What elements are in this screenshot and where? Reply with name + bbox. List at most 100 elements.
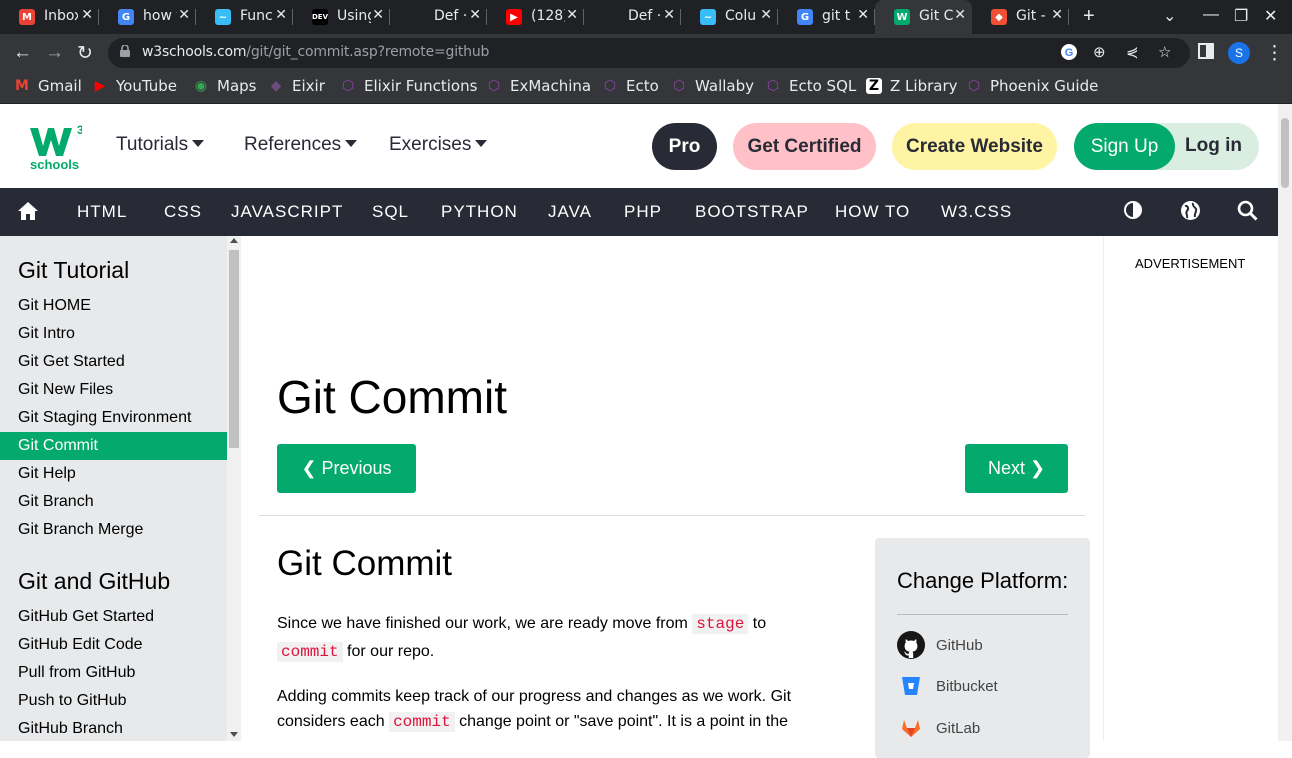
bookmark-item[interactable]: M Gmail [14, 77, 82, 95]
platform-option-github[interactable]: GitHub [897, 631, 983, 659]
bookmark-item[interactable]: Z Z Library [866, 77, 958, 95]
menu-kebab-icon[interactable]: ⋮ [1265, 42, 1284, 65]
references-menu[interactable]: References [244, 134, 358, 156]
topnav-php[interactable]: PHP [624, 202, 662, 222]
close-tab-icon[interactable]: ✕ [857, 7, 869, 23]
bookmark-item[interactable]: ◉ Maps [193, 77, 257, 95]
tab-search-icon[interactable]: ⌄ [1163, 6, 1176, 26]
log-in-button[interactable]: Log in [1185, 135, 1242, 157]
sidebar-item[interactable]: Git Branch Merge [0, 516, 227, 544]
bookmark-item[interactable]: ⬡ Elixir Functions [340, 77, 478, 95]
zoom-icon[interactable]: ⊕ [1093, 43, 1106, 61]
platform-option-bitbucket[interactable]: Bitbucket [897, 672, 998, 700]
tab-title: Func [240, 8, 273, 24]
home-icon[interactable] [17, 200, 39, 227]
browser-tab[interactable]: DEV Using✕ [293, 0, 390, 34]
platform-option-gitlab[interactable]: GitLab [897, 714, 980, 742]
close-tab-icon[interactable]: ✕ [372, 7, 384, 23]
forward-icon[interactable]: → [45, 42, 64, 64]
bookmark-item[interactable]: ⬡ Phoenix Guide [966, 77, 1098, 95]
bookmark-item[interactable]: ⬡ Ecto [602, 77, 659, 95]
create-website-button[interactable]: Create Website [892, 123, 1057, 170]
profile-avatar[interactable]: S [1228, 42, 1250, 64]
globe-icon[interactable] [1180, 200, 1201, 226]
sidebar-item[interactable]: Git Staging Environment [0, 404, 227, 432]
browser-tab[interactable]: ~ Func ✕ [196, 0, 293, 34]
close-tab-icon[interactable]: ✕ [566, 7, 578, 23]
next-button[interactable]: Next ❯ [965, 444, 1068, 493]
tutorials-menu[interactable]: Tutorials [116, 134, 205, 156]
sidebar-scrollbar[interactable] [227, 236, 241, 741]
back-icon[interactable]: ← [13, 42, 32, 64]
browser-tab[interactable]: ~ Colu ✕ [681, 0, 778, 34]
topnav-css[interactable]: CSS [164, 202, 202, 222]
svg-text:G: G [1065, 47, 1074, 59]
previous-button[interactable]: ❮ Previous [277, 444, 416, 493]
topnav-w3-css[interactable]: W3.CSS [941, 202, 1012, 222]
search-icon[interactable] [1237, 200, 1258, 226]
share-icon[interactable]: ⋞ [1126, 43, 1139, 61]
page-scrollbar[interactable] [1278, 104, 1292, 741]
sidebar-item[interactable]: GitHub Branch [0, 715, 227, 741]
close-tab-icon[interactable]: ✕ [178, 7, 190, 23]
browser-tab[interactable]: Def · ✕ [390, 0, 487, 34]
browser-tab[interactable]: Def · ✕ [584, 0, 681, 34]
topnav-javascript[interactable]: JAVASCRIPT [231, 202, 343, 222]
topnav-java[interactable]: JAVA [548, 202, 592, 222]
browser-tab[interactable]: M Inbox✕ [0, 0, 99, 34]
restore-icon[interactable]: ❐ [1234, 6, 1248, 26]
close-window-icon[interactable]: ✕ [1264, 6, 1277, 26]
sidebar-item[interactable]: Git Commit [0, 432, 227, 460]
side-panel-icon[interactable] [1198, 43, 1214, 65]
browser-tab[interactable]: Ggit t ✕ [778, 0, 875, 34]
minimize-icon[interactable]: — [1203, 6, 1219, 24]
sign-up-button[interactable]: Sign Up [1074, 123, 1175, 170]
sidebar-item[interactable]: Git Intro [0, 320, 227, 348]
sidebar-item[interactable]: Git Help [0, 460, 227, 488]
browser-tab[interactable]: W Git C ✕ [875, 0, 972, 34]
svg-text:schools: schools [30, 157, 79, 170]
new-tab-button[interactable]: + [1083, 5, 1095, 28]
page-scroll-thumb[interactable] [1281, 118, 1289, 188]
topnav-how-to[interactable]: HOW TO [835, 202, 910, 222]
close-tab-icon[interactable]: ✕ [760, 7, 772, 23]
sidebar-item[interactable]: GitHub Edit Code [0, 631, 227, 659]
sidebar-item[interactable]: Git New Files [0, 376, 227, 404]
get-certified-button[interactable]: Get Certified [733, 123, 876, 170]
dark-mode-icon[interactable] [1123, 200, 1143, 225]
reload-icon[interactable]: ↻ [77, 42, 93, 65]
sidebar-item[interactable]: Push to GitHub [0, 687, 227, 715]
scroll-up-arrow-icon[interactable] [230, 238, 238, 243]
sidebar-item[interactable]: Git Branch [0, 488, 227, 516]
address-bar[interactable]: w3schools.com/git/git_commit.asp?remote=… [108, 38, 1190, 68]
exercises-menu[interactable]: Exercises [389, 134, 488, 156]
bookmark-star-icon[interactable]: ☆ [1158, 43, 1171, 61]
topnav-python[interactable]: PYTHON [441, 202, 518, 222]
sidebar-item[interactable]: Git Get Started [0, 348, 227, 376]
close-tab-icon[interactable]: ✕ [469, 7, 481, 23]
browser-tab[interactable]: ◆ Git - ✕ [972, 0, 1069, 34]
close-tab-icon[interactable]: ✕ [81, 7, 93, 23]
close-tab-icon[interactable]: ✕ [663, 7, 675, 23]
google-lens-icon[interactable]: G [1060, 43, 1078, 65]
bookmark-item[interactable]: ▶ YouTube [92, 77, 177, 95]
bookmark-item[interactable]: ⬡ Wallaby [671, 77, 754, 95]
bookmark-item[interactable]: ⬡ Ecto SQL [765, 77, 856, 95]
sidebar-item[interactable]: Pull from GitHub [0, 659, 227, 687]
close-tab-icon[interactable]: ✕ [954, 7, 966, 23]
topnav-sql[interactable]: SQL [372, 202, 409, 222]
close-tab-icon[interactable]: ✕ [275, 7, 287, 23]
scroll-down-arrow-icon[interactable] [230, 732, 238, 737]
pro-button[interactable]: Pro [652, 123, 717, 170]
topnav-bootstrap[interactable]: BOOTSTRAP [695, 202, 809, 222]
sidebar-item[interactable]: GitHub Get Started [0, 603, 227, 631]
browser-tab[interactable]: ▶ (128) ✕ [487, 0, 584, 34]
bookmark-item[interactable]: ◆ Eixir [268, 77, 325, 95]
bookmark-item[interactable]: ⬡ ExMachina [486, 77, 591, 95]
w3schools-logo[interactable]: 3 schools [30, 123, 84, 175]
topnav-html[interactable]: HTML [77, 202, 127, 222]
browser-tab[interactable]: Ghow t✕ [99, 0, 196, 34]
sidebar-item[interactable]: Git HOME [0, 292, 227, 320]
scroll-thumb[interactable] [229, 250, 239, 448]
close-tab-icon[interactable]: ✕ [1051, 7, 1063, 23]
